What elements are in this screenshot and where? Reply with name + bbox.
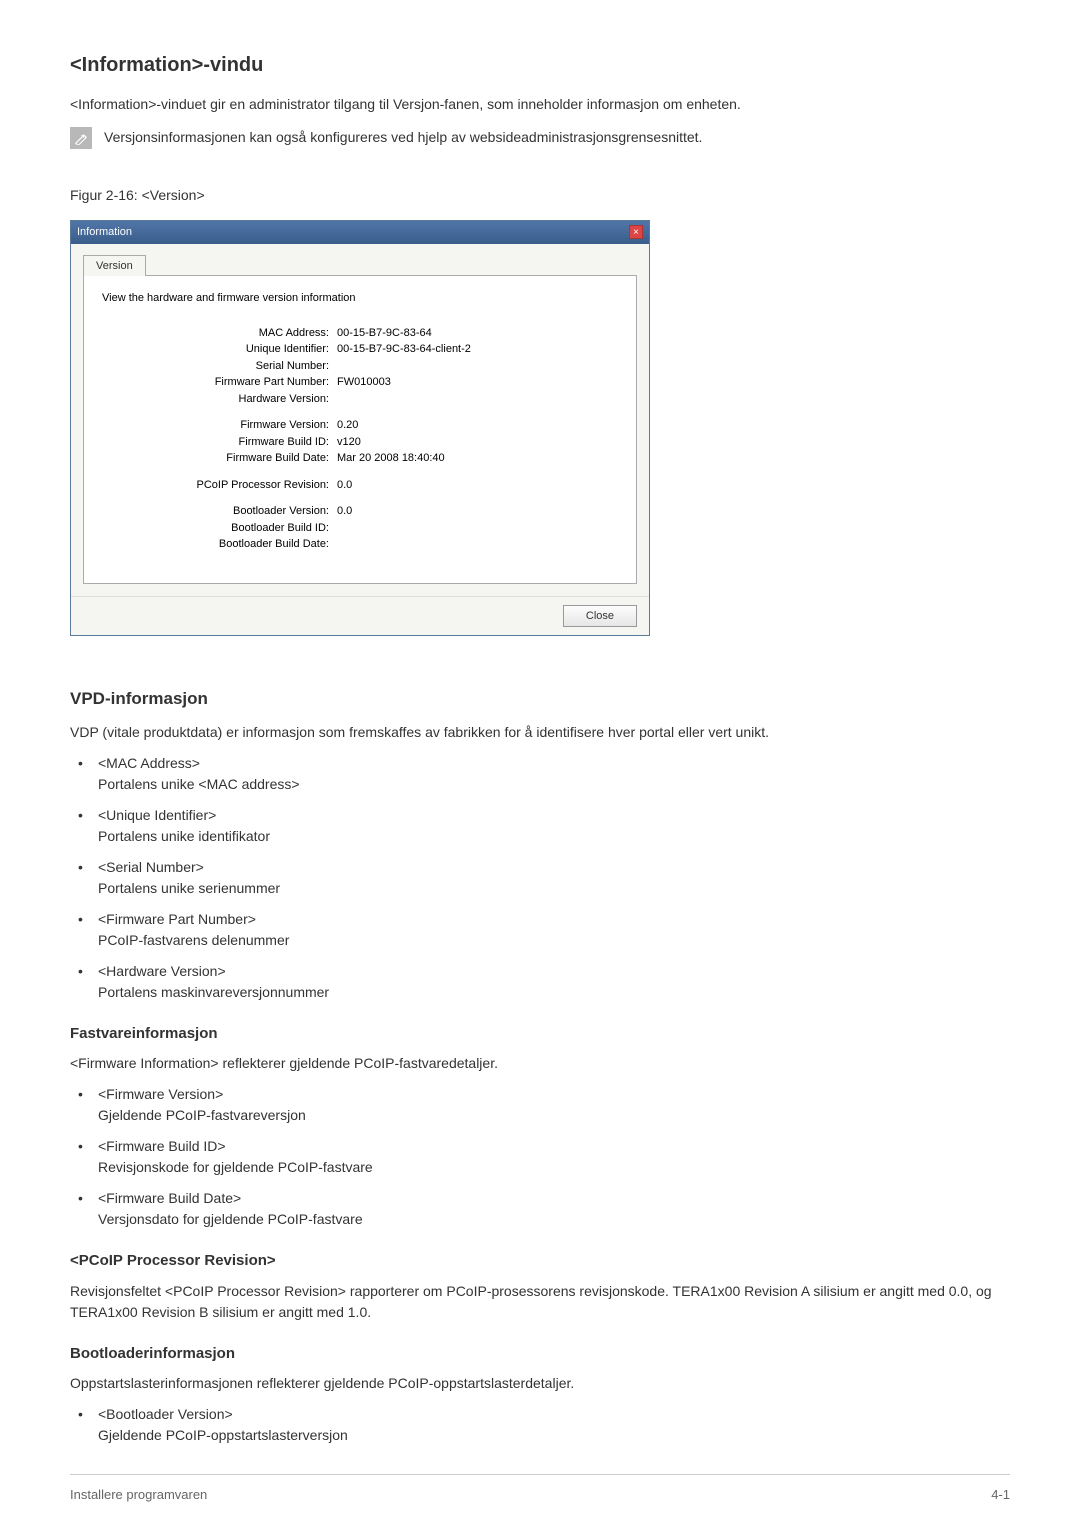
kv-value: Mar 20 2008 18:40:40 — [337, 450, 445, 467]
vpd-heading: VPD-informasjon — [70, 686, 1010, 712]
list-item: <Firmware Build Date>Versjonsdato for gj… — [70, 1188, 1010, 1230]
kv-value: 00-15-B7-9C-83-64 — [337, 325, 432, 342]
def: Portalens unike <MAC address> — [98, 774, 1010, 795]
kv-label: PCoIP Processor Revision: — [102, 477, 337, 494]
def: PCoIP-fastvarens delenummer — [98, 930, 1010, 951]
list-item: <Firmware Version>Gjeldende PCoIP-fastva… — [70, 1084, 1010, 1126]
kv-value: 0.0 — [337, 477, 352, 494]
boot-heading: Bootloaderinformasjon — [70, 1343, 1010, 1366]
boot-list: <Bootloader Version>Gjeldende PCoIP-opps… — [70, 1404, 1010, 1446]
kv-label: Bootloader Build ID: — [102, 520, 337, 537]
def: Portalens unike serienummer — [98, 878, 1010, 899]
tab-panel: View the hardware and firmware version i… — [83, 275, 637, 584]
footer-left: Installere programvaren — [70, 1485, 207, 1505]
kv-value: v120 — [337, 434, 361, 451]
term: <Firmware Build Date> — [98, 1188, 1010, 1209]
note-text: Versjonsinformasjonen kan også konfigure… — [104, 127, 702, 148]
def: Versjonsdato for gjeldende PCoIP-fastvar… — [98, 1209, 1010, 1230]
proc-heading: <PCoIP Processor Revision> — [70, 1250, 1010, 1273]
close-button[interactable]: Close — [563, 605, 637, 628]
term: <Firmware Build ID> — [98, 1136, 1010, 1157]
list-item: <Hardware Version>Portalens maskinvareve… — [70, 961, 1010, 1003]
vpd-list: <MAC Address>Portalens unike <MAC addres… — [70, 753, 1010, 1003]
fw-list: <Firmware Version>Gjeldende PCoIP-fastva… — [70, 1084, 1010, 1230]
list-item: <Serial Number>Portalens unike serienumm… — [70, 857, 1010, 899]
list-item: <MAC Address>Portalens unike <MAC addres… — [70, 753, 1010, 795]
term: <Unique Identifier> — [98, 805, 1010, 826]
tab-version[interactable]: Version — [83, 255, 146, 277]
kv-label: Firmware Build Date: — [102, 450, 337, 467]
close-icon[interactable]: × — [629, 225, 643, 239]
kv-value: 0.0 — [337, 503, 352, 520]
boot-desc: Oppstartslasterinformasjonen reflekterer… — [70, 1373, 1010, 1394]
list-item: <Firmware Part Number>PCoIP-fastvarens d… — [70, 909, 1010, 951]
page-footer: Installere programvaren 4-1 — [70, 1474, 1010, 1505]
kv-value: FW010003 — [337, 374, 391, 391]
intro-text: <Information>-vinduet gir en administrat… — [70, 94, 1010, 115]
proc-desc: Revisjonsfeltet <PCoIP Processor Revisio… — [70, 1281, 1010, 1323]
list-item: <Unique Identifier>Portalens unike ident… — [70, 805, 1010, 847]
def: Portalens maskinvareversjonnummer — [98, 982, 1010, 1003]
kv-label: Bootloader Version: — [102, 503, 337, 520]
note-icon — [70, 127, 92, 149]
def: Gjeldende PCoIP-oppstartslasterversjon — [98, 1425, 1010, 1446]
kv-value: 0.20 — [337, 417, 358, 434]
def: Revisjonskode for gjeldende PCoIP-fastva… — [98, 1157, 1010, 1178]
def: Gjeldende PCoIP-fastvareversjon — [98, 1105, 1010, 1126]
term: <Hardware Version> — [98, 961, 1010, 982]
kv-label: Unique Identifier: — [102, 341, 337, 358]
term: <MAC Address> — [98, 753, 1010, 774]
dialog-titlebar: Information × — [71, 221, 649, 244]
vpd-desc: VDP (vitale produktdata) er informasjon … — [70, 722, 1010, 743]
list-item: <Firmware Build ID>Revisjonskode for gje… — [70, 1136, 1010, 1178]
fw-desc: <Firmware Information> reflekterer gjeld… — [70, 1053, 1010, 1074]
footer-right: 4-1 — [991, 1485, 1010, 1505]
list-item: <Bootloader Version>Gjeldende PCoIP-opps… — [70, 1404, 1010, 1446]
term: <Firmware Version> — [98, 1084, 1010, 1105]
term: <Firmware Part Number> — [98, 909, 1010, 930]
dialog-title: Information — [77, 224, 132, 241]
kv-label: Serial Number: — [102, 358, 337, 375]
fw-heading: Fastvareinformasjon — [70, 1023, 1010, 1046]
information-dialog: Information × Version View the hardware … — [70, 220, 650, 636]
kv-label: Bootloader Build Date: — [102, 536, 337, 553]
term: <Bootloader Version> — [98, 1404, 1010, 1425]
kv-label: Firmware Part Number: — [102, 374, 337, 391]
note-row: Versjonsinformasjonen kan også konfigure… — [70, 127, 1010, 149]
kv-value: 00-15-B7-9C-83-64-client-2 — [337, 341, 471, 358]
kv-label: Firmware Build ID: — [102, 434, 337, 451]
def: Portalens unike identifikator — [98, 826, 1010, 847]
figure-caption: Figur 2-16: <Version> — [70, 185, 1010, 206]
kv-label: MAC Address: — [102, 325, 337, 342]
panel-heading: View the hardware and firmware version i… — [102, 290, 618, 307]
kv-label: Hardware Version: — [102, 391, 337, 408]
page-title: <Information>-vindu — [70, 50, 1010, 80]
term: <Serial Number> — [98, 857, 1010, 878]
kv-label: Firmware Version: — [102, 417, 337, 434]
